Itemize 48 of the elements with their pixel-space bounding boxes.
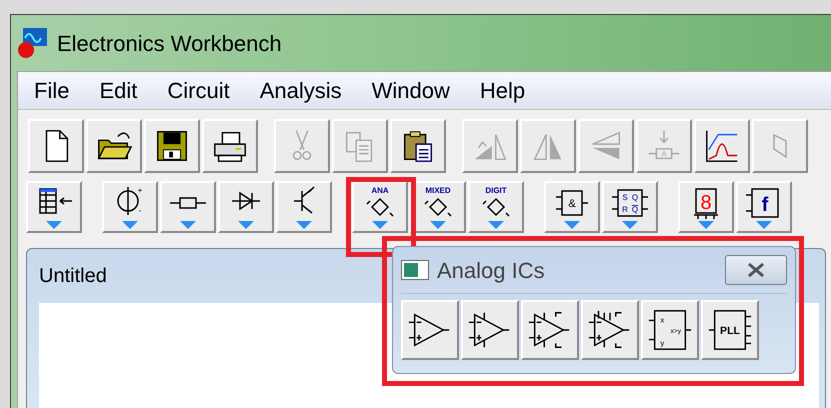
dropdown-arrow-icon xyxy=(122,221,138,229)
menu-item[interactable]: File xyxy=(34,74,70,107)
app-logo-icon xyxy=(15,26,49,60)
chip-bin-button[interactable]: ANA xyxy=(352,181,408,233)
document-title: Untitled xyxy=(39,264,107,289)
close-icon xyxy=(746,262,766,278)
menu-item[interactable]: Circuit xyxy=(167,74,230,107)
dropdown-arrow-icon xyxy=(238,221,254,229)
dropdown-arrow-icon xyxy=(430,221,446,229)
chip-bin-button[interactable]: DIGIT xyxy=(468,181,524,233)
close-button[interactable] xyxy=(725,255,787,285)
source-bin-button[interactable]: + - xyxy=(102,181,158,233)
pll-part-button[interactable]: PLL xyxy=(701,300,759,360)
logic-gate-bin-button[interactable]: & xyxy=(544,181,600,233)
opamp-part-button[interactable] xyxy=(401,300,459,360)
menu-item[interactable]: Edit xyxy=(99,74,138,107)
graph-button[interactable] xyxy=(694,119,750,173)
dropdown-arrow-icon xyxy=(622,221,638,229)
print-button[interactable] xyxy=(202,119,258,173)
flip-flop-bin-button[interactable]: S Q R Q xyxy=(602,181,658,233)
dropdown-arrow-icon xyxy=(296,221,312,229)
function-bin-button[interactable]: f xyxy=(736,181,792,233)
menu-item[interactable]: Help xyxy=(480,74,526,107)
paste-button[interactable] xyxy=(390,119,446,173)
parts-bin-bin-button[interactable] xyxy=(26,181,82,233)
dropdown-arrow-icon xyxy=(564,221,580,229)
opamp-offset-part-button[interactable] xyxy=(521,300,579,360)
new-button[interactable] xyxy=(28,119,84,173)
diode-bin-button[interactable] xyxy=(218,181,274,233)
save-button[interactable] xyxy=(144,119,200,173)
resistor-icon xyxy=(169,197,207,209)
dropdown-arrow-icon xyxy=(180,221,196,229)
open-button[interactable] xyxy=(86,119,142,173)
opamp-supply-part-button[interactable] xyxy=(461,300,519,360)
dropdown-arrow-icon xyxy=(488,221,504,229)
window-title: Electronics Workbench xyxy=(57,30,282,58)
chip-bin-button[interactable]: MIXED xyxy=(410,181,466,233)
palette-title: Analog ICs xyxy=(437,256,545,285)
transistor-bin-button[interactable] xyxy=(276,181,332,233)
dropdown-arrow-icon xyxy=(756,221,772,229)
menu-item[interactable]: Window xyxy=(372,74,450,107)
dropdown-arrow-icon xyxy=(698,221,714,229)
menu-item[interactable]: Analysis xyxy=(260,74,342,107)
dropdown-arrow-icon xyxy=(46,221,62,229)
opamp-full-part-button[interactable] xyxy=(581,300,639,360)
window-icon xyxy=(401,260,429,280)
dropdown-arrow-icon xyxy=(372,221,388,229)
resistor-bin-button[interactable] xyxy=(160,181,216,233)
